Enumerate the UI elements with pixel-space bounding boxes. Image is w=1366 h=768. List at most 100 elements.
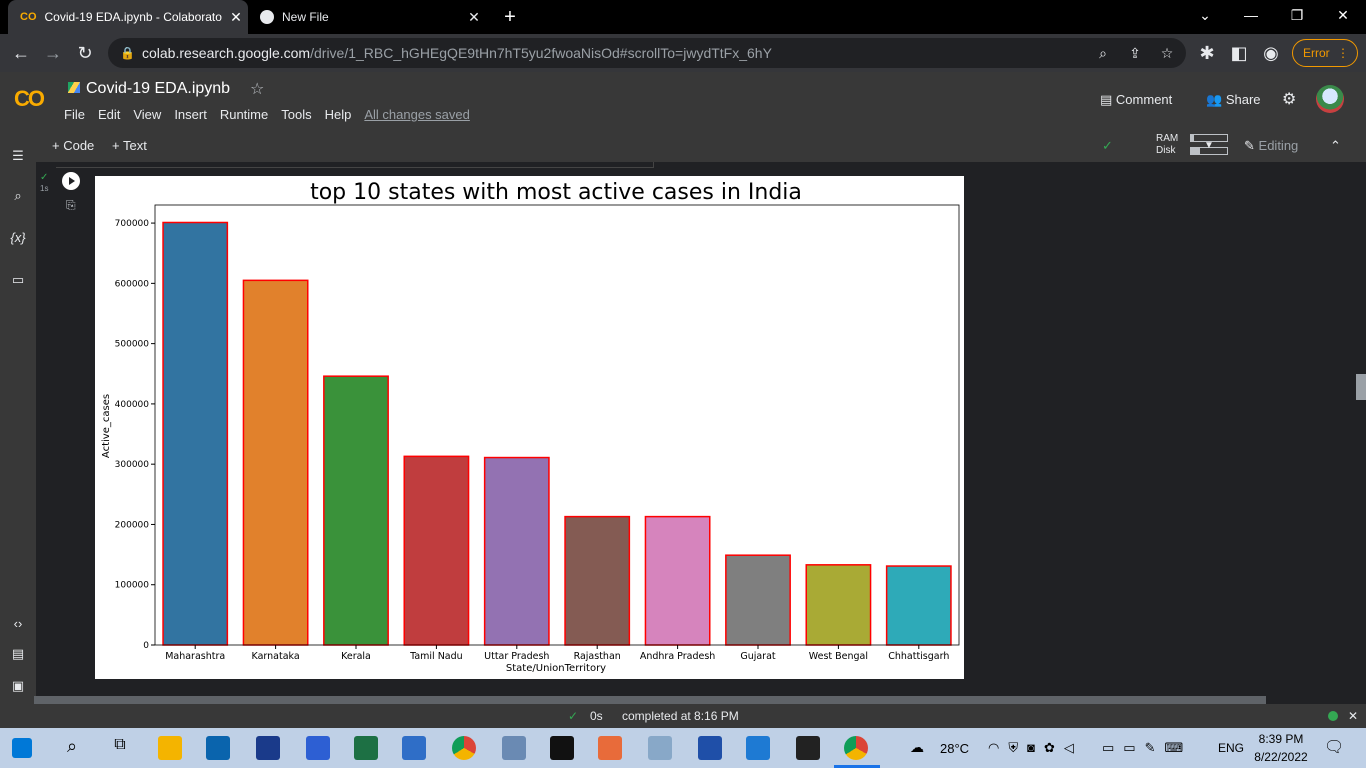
- notebook-title-text: Covid-19 EDA.ipynb: [86, 80, 231, 97]
- star-icon[interactable]: ☆: [250, 79, 264, 99]
- system-tray-icons[interactable]: ◠⛨◙✿◁: [988, 740, 1083, 756]
- x-tick-label: Karnataka: [252, 651, 300, 662]
- whiteboard-icon[interactable]: [306, 736, 330, 760]
- vertical-scrollbar[interactable]: [1356, 374, 1366, 400]
- tab-search-icon[interactable]: ⌄: [1182, 0, 1228, 30]
- language-indicator[interactable]: ENG: [1218, 741, 1244, 755]
- tray-icons-2[interactable]: ▭▭✎⌨: [1102, 740, 1192, 756]
- editing-label: Editing: [1258, 138, 1299, 153]
- mail-icon[interactable]: [206, 736, 230, 760]
- menu-help[interactable]: Help: [325, 107, 352, 122]
- file-explorer-icon[interactable]: [158, 736, 182, 760]
- new-tab-button[interactable]: +: [498, 4, 522, 30]
- status-text: completed at 8:16 PM: [622, 709, 739, 723]
- add-code-button[interactable]: + Code: [52, 138, 94, 153]
- disk-label: Disk: [1156, 145, 1176, 156]
- resources-dropdown-icon[interactable]: ▼: [1204, 140, 1214, 151]
- share-page-icon[interactable]: ⇪: [1122, 38, 1148, 68]
- restore-button[interactable]: ❐: [1274, 0, 1320, 30]
- vscode-icon[interactable]: [746, 736, 770, 760]
- profile-avatar-icon[interactable]: ◉: [1258, 40, 1284, 66]
- chrome-icon[interactable]: [452, 736, 476, 760]
- kebab-menu-icon[interactable]: ⋮: [1337, 40, 1349, 66]
- notifications-icon[interactable]: 🗨: [1324, 737, 1344, 757]
- run-cell-button[interactable]: [62, 172, 80, 190]
- lock-icon: 🔒: [120, 46, 135, 60]
- ok-app-icon[interactable]: [796, 736, 820, 760]
- menu-runtime[interactable]: Runtime: [220, 107, 268, 122]
- tab-new-file[interactable]: New File ✕: [250, 0, 486, 34]
- cmd-icon[interactable]: [550, 736, 574, 760]
- forward-icon[interactable]: →: [40, 40, 66, 66]
- pencil-icon: ✎: [1244, 138, 1255, 153]
- search-icon[interactable]: ⌕: [0, 188, 36, 204]
- side-panel-icon[interactable]: ◧: [1226, 40, 1252, 66]
- close-window-button[interactable]: ✕: [1320, 0, 1366, 30]
- avatar[interactable]: [1316, 85, 1344, 113]
- y-axis-label: Active_cases: [101, 394, 112, 458]
- reload-icon[interactable]: ↻: [72, 40, 98, 66]
- save-status-link[interactable]: All changes saved: [364, 107, 470, 122]
- x-tick-label: Rajasthan: [574, 651, 621, 662]
- windows-start-icon[interactable]: [12, 738, 32, 758]
- tab-close-icon[interactable]: ✕: [462, 9, 486, 26]
- store-icon[interactable]: [402, 736, 426, 760]
- chart-output: top 10 states with most active cases in …: [95, 176, 964, 679]
- minimize-button[interactable]: —: [1228, 0, 1274, 30]
- menu-view[interactable]: View: [133, 107, 161, 122]
- address-bar-row: ← → ↻ 🔒 colab.research.google.com/drive/…: [0, 34, 1366, 72]
- variables-icon[interactable]: {x}: [0, 230, 36, 245]
- collapse-header-icon[interactable]: ⌃: [1330, 138, 1341, 154]
- settings-gear-icon[interactable]: ⚙: [1282, 89, 1296, 109]
- bookmark-star-icon[interactable]: ☆: [1154, 38, 1180, 68]
- back-icon[interactable]: ←: [8, 40, 34, 66]
- resource-meters[interactable]: RAM Disk: [1156, 133, 1228, 157]
- table-of-contents-icon[interactable]: ☰: [0, 148, 36, 164]
- error-button[interactable]: Error ⋮: [1292, 39, 1358, 67]
- menu-insert[interactable]: Insert: [174, 107, 207, 122]
- extensions-icon[interactable]: ✱: [1194, 40, 1220, 66]
- weather-icon[interactable]: ☁: [910, 739, 924, 756]
- excel-icon[interactable]: [354, 736, 378, 760]
- editing-mode-button[interactable]: ✎ Editing: [1244, 138, 1298, 154]
- terminal-icon[interactable]: ▣: [0, 678, 36, 694]
- menu-tools[interactable]: Tools: [281, 107, 311, 122]
- task-view-icon[interactable]: ⧉: [108, 736, 132, 760]
- files-folder-icon[interactable]: ▭: [0, 272, 36, 288]
- menu-edit[interactable]: Edit: [98, 107, 120, 122]
- tab-close-icon[interactable]: ✕: [224, 9, 248, 26]
- presentation-icon[interactable]: [598, 736, 622, 760]
- add-text-button[interactable]: + Text: [112, 138, 147, 153]
- search-taskbar-icon[interactable]: ⌕: [60, 736, 84, 760]
- network-app-icon[interactable]: [502, 736, 526, 760]
- share-button[interactable]: 👥 Share: [1206, 92, 1261, 108]
- comment-button[interactable]: ▤ Comment: [1100, 92, 1172, 108]
- output-actions-icon[interactable]: ⎘: [66, 198, 76, 213]
- weather-temp[interactable]: 28°C: [940, 741, 969, 756]
- tab-title: New File: [282, 10, 329, 24]
- bar-andhra-pradesh: [644, 515, 711, 646]
- people-icon: 👥: [1206, 92, 1223, 107]
- horizontal-scrollbar[interactable]: [34, 696, 1266, 704]
- zoom-icon[interactable]: ⌕: [1090, 38, 1116, 68]
- x-tick-label: Tamil Nadu: [409, 651, 463, 662]
- bar-uttar-pradesh: [483, 456, 550, 646]
- bar-karnataka: [242, 279, 309, 646]
- clock-time[interactable]: 8:39 PM: [1256, 732, 1306, 746]
- menu-file[interactable]: File: [64, 107, 85, 122]
- bar-kerala: [323, 375, 389, 646]
- ram-label: RAM: [1156, 133, 1179, 144]
- colab-logo[interactable]: CO: [14, 86, 45, 112]
- x-tick-label: Andhra Pradesh: [640, 651, 715, 662]
- lenovo-app-icon[interactable]: [256, 736, 280, 760]
- chrome-active-icon[interactable]: [844, 736, 868, 760]
- command-palette-icon[interactable]: ▤: [0, 646, 36, 662]
- notebook-title[interactable]: Covid-19 EDA.ipynb: [68, 80, 230, 98]
- tab-colab[interactable]: CO Covid-19 EDA.ipynb - Colaborato ✕: [8, 0, 248, 34]
- code-snippets-icon[interactable]: ‹›: [0, 616, 36, 631]
- powershell-icon[interactable]: [698, 736, 722, 760]
- url-input[interactable]: 🔒 colab.research.google.com/drive/1_RBC_…: [108, 38, 1186, 68]
- notes-icon[interactable]: [648, 736, 672, 760]
- close-status-icon[interactable]: ✕: [1348, 704, 1358, 728]
- clock-date[interactable]: 8/22/2022: [1254, 750, 1308, 764]
